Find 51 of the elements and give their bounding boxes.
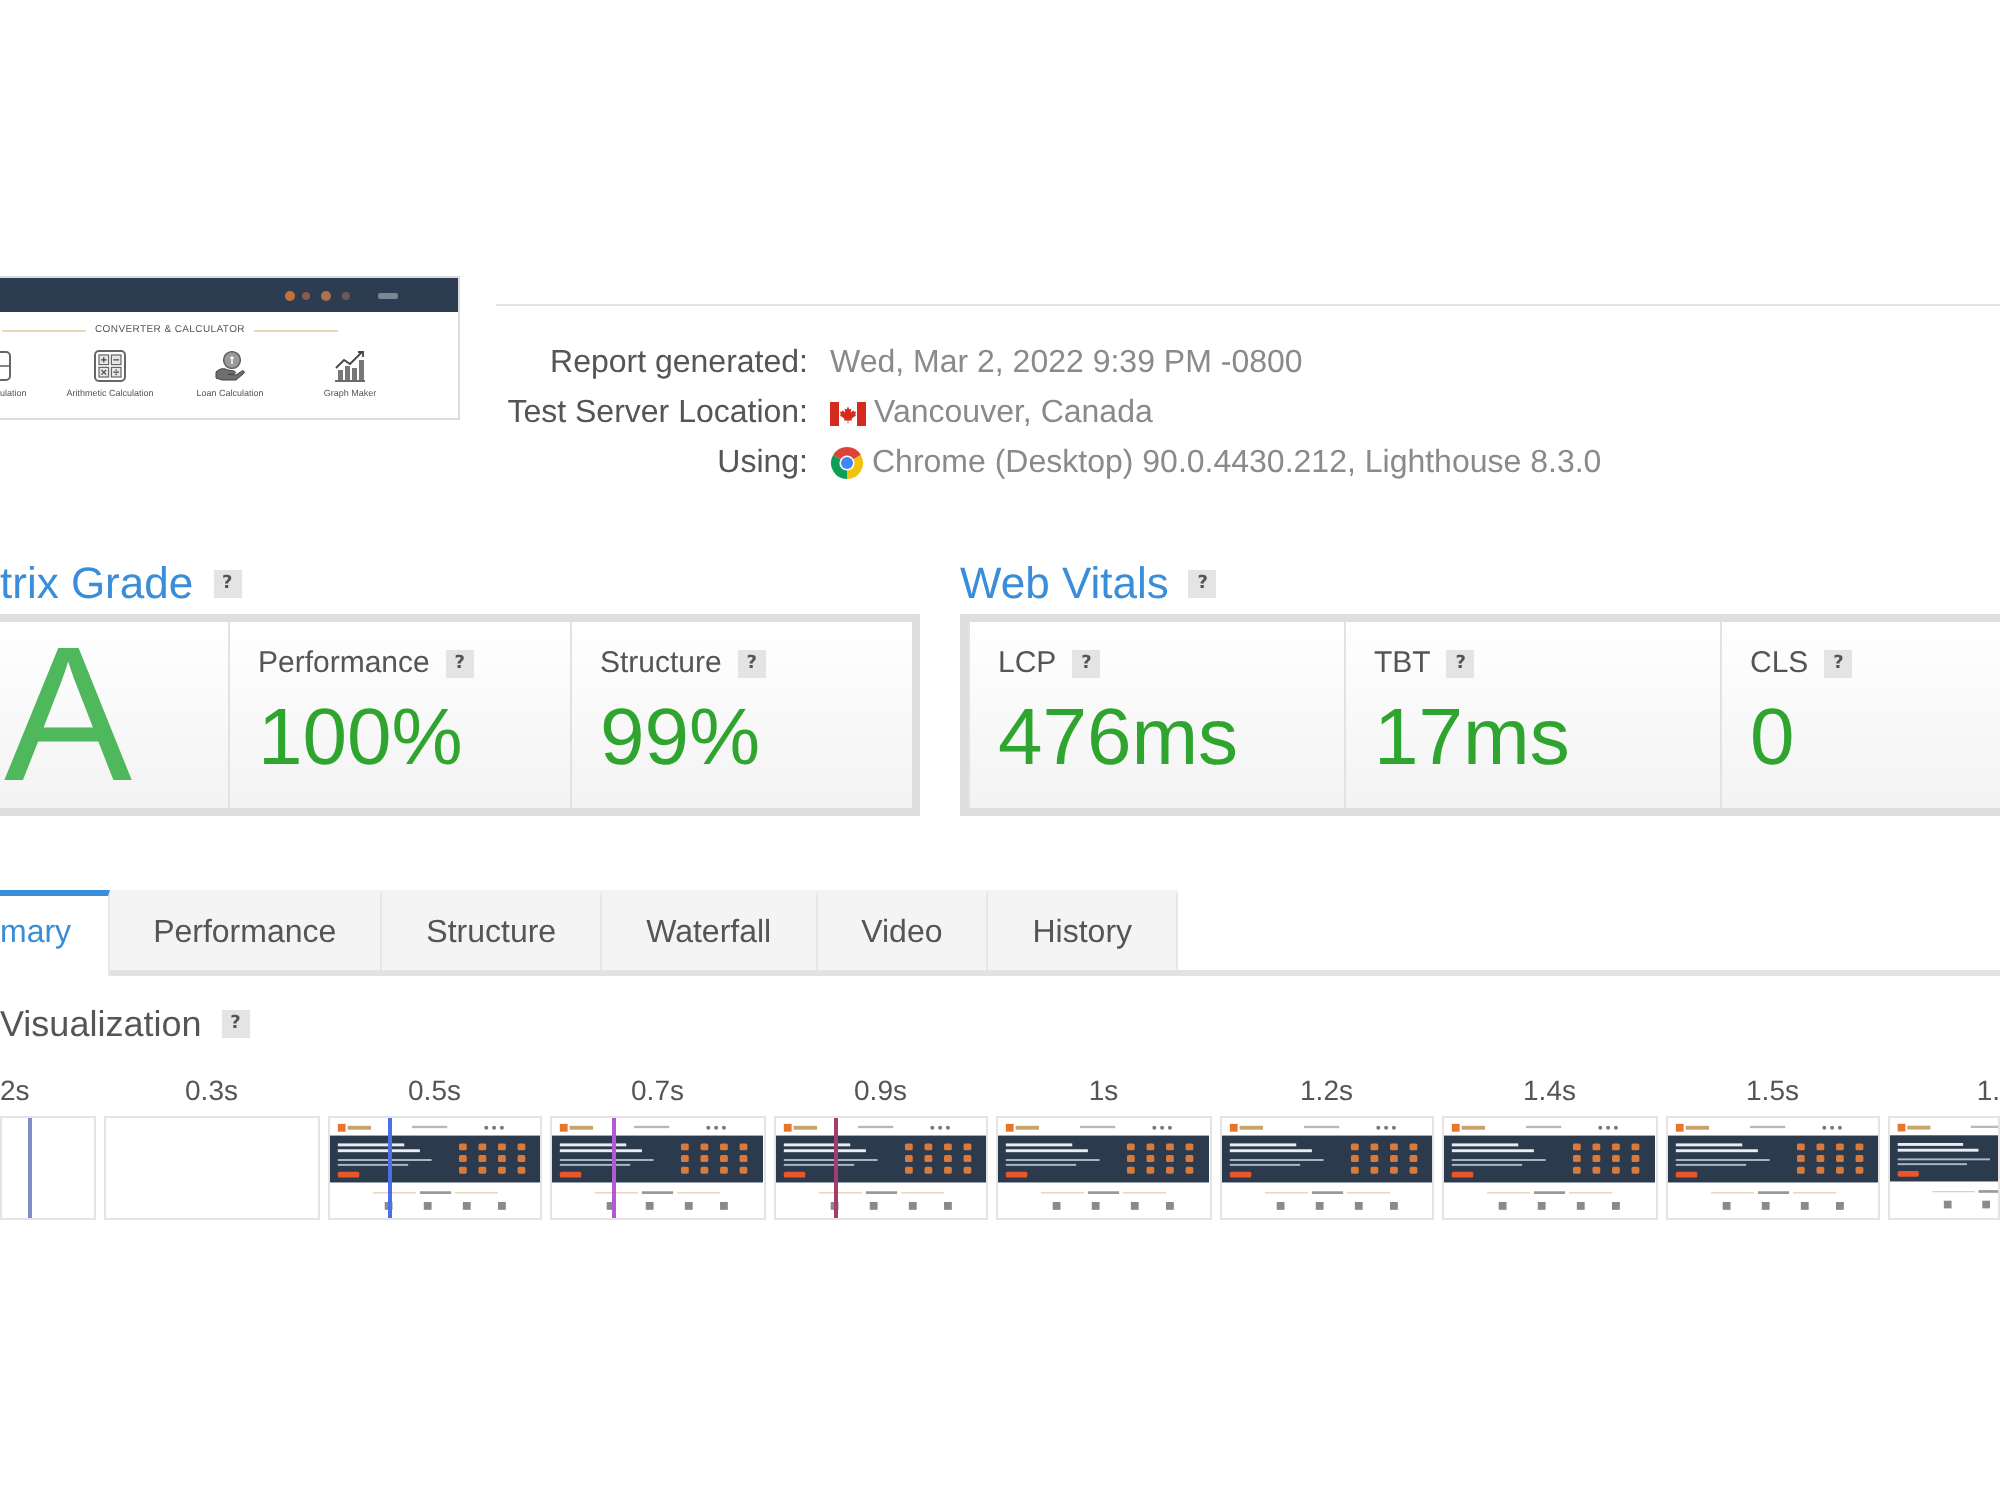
tab[interactable]: Performance (109, 890, 383, 970)
bar-chart-icon (334, 350, 366, 382)
time-label: 1.5s (1746, 1074, 1799, 1106)
metric-label: TBT (1374, 646, 1431, 682)
tab[interactable]: mary (0, 890, 110, 976)
time-label: 0.5s (408, 1074, 461, 1106)
metric-value: 476ms (998, 694, 1241, 782)
help-button[interactable]: ? (221, 1010, 250, 1038)
hand-coin-icon (214, 350, 246, 382)
metric-value: 0 (1750, 694, 1797, 782)
metric-value: 99% (600, 694, 763, 782)
help-button[interactable]: ? (1446, 650, 1475, 678)
info-value: Vancouver, Canada (874, 394, 1153, 434)
tab[interactable]: Waterfall (602, 890, 818, 970)
info-label: Report generated: (550, 344, 808, 384)
section-title: Visualization (0, 1002, 202, 1048)
tab[interactable]: History (988, 890, 1179, 970)
time-label: 2s (0, 1074, 30, 1106)
info-label: Using: (717, 444, 808, 484)
time-label: 1.4s (1523, 1074, 1576, 1106)
grade-letter: A (4, 619, 133, 811)
metric-label: Performance (258, 646, 430, 682)
help-button[interactable]: ? (1188, 570, 1217, 598)
info-label: Test Server Location: (507, 394, 808, 434)
time-label: 0.3s (185, 1074, 238, 1106)
metric-label: Structure (600, 646, 722, 682)
metric-label: LCP (998, 646, 1057, 682)
section-title: trix Grade (0, 556, 194, 612)
tab[interactable]: Video (817, 890, 989, 970)
metric-label: CLS (1750, 646, 1809, 682)
help-button[interactable]: ? (213, 570, 242, 598)
help-button[interactable]: ? (445, 650, 474, 678)
help-button[interactable]: ? (737, 650, 766, 678)
help-button[interactable]: ? (1824, 650, 1853, 678)
tab[interactable]: Structure (382, 890, 603, 970)
section-title: Web Vitals (960, 556, 1169, 612)
time-label: 0.9s (854, 1074, 907, 1106)
time-label: 1. (1976, 1074, 2000, 1106)
metric-value: 100% (258, 694, 465, 782)
help-button[interactable]: ? (1072, 650, 1101, 678)
box-icon (0, 350, 12, 382)
calculator-icon (94, 350, 126, 382)
info-value: Wed, Mar 2, 2022 9:39 PM -0800 (830, 344, 1303, 384)
time-label: 0.7s (631, 1074, 684, 1106)
flag-icon (830, 401, 866, 425)
time-label: 1.2s (1300, 1074, 1353, 1106)
browser-icon (830, 446, 864, 480)
header-icons-drawing (282, 285, 402, 305)
metric-value: 17ms (1374, 694, 1572, 782)
time-label: 1s (1088, 1074, 1119, 1106)
info-value: Chrome (Desktop) 90.0.4430.212, Lighthouse 8.3.0 (872, 444, 1602, 484)
